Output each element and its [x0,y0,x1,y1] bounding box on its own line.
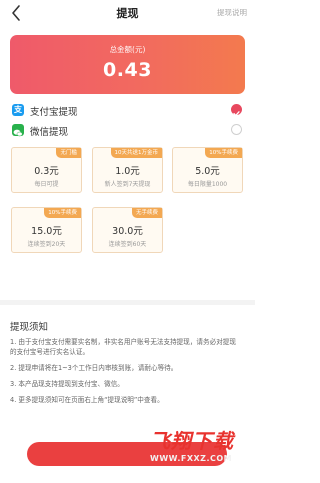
option-tag: 无手续费 [131,208,162,218]
balance-card: 总金额(元) 0.43 [10,35,245,94]
radio-wechat[interactable] [231,124,242,135]
option-desc: 连续签到60天 [108,241,147,248]
watermark-logo: 飞翔下载 WWW.FXXZ.COM [150,425,250,475]
note-item: 1. 由于支付宝支付需要实名制，非实名用户账号无法支持提现，请务必对提现的支付宝… [10,338,236,356]
watermark-url: WWW.FXXZ.COM [150,454,233,463]
header-bar: 提现 提现说明 [0,0,255,28]
alipay-icon: 支 [12,104,24,116]
note-item: 3. 本产品现支持提现到支付宝、微信。 [10,380,124,388]
note-item: 2. 提现申请将在1~3个工作日内审核到账，请耐心等待。 [10,364,178,372]
option-amount: 5.0元 [195,166,220,177]
balance-amount: 0.43 [103,59,152,81]
radio-alipay[interactable] [231,104,242,117]
option-card[interactable]: 无手续费 30.0元 连续签到60天 [92,207,163,253]
method-label-alipay: 支付宝提现 [30,107,78,118]
option-tag: 10%手续费 [205,148,242,158]
option-tag: 10天共送1万金币 [110,148,162,158]
check-icon [233,111,240,117]
option-card[interactable]: 10%手续费 5.0元 每日限量1000 [172,147,243,193]
option-tag: 10%手续费 [44,208,81,218]
option-card[interactable]: 10天共送1万金币 1.0元 新人签到7天提现 [92,147,163,193]
notes-list: 1. 由于支付宝支付需要实名制，非实名用户账号无法支持提现，请务必对提现的支付宝… [10,337,242,411]
option-card[interactable]: 无门槛 0.3元 每日可提 [11,147,82,193]
option-desc: 新人签到7天提现 [104,181,151,188]
method-wechat[interactable]: 微信提现 [0,121,255,141]
option-desc: 每日限量1000 [187,181,228,188]
notes-title: 提现须知 [10,322,49,333]
option-tag: 无门槛 [56,148,81,158]
method-alipay[interactable]: 支 支付宝提现 [0,101,255,121]
option-amount: 0.3元 [34,166,59,177]
option-amount: 1.0元 [115,166,140,177]
wechat-icon [12,124,24,137]
balance-label: 总金额(元) [109,45,146,54]
option-desc: 连续签到20天 [27,241,66,248]
option-amount: 15.0元 [31,226,62,237]
help-link[interactable]: 提现说明 [217,7,247,18]
option-card[interactable]: 10%手续费 15.0元 连续签到20天 [11,207,82,253]
note-item: 4. 更多提现须知可在页面右上角“提现说明”中查看。 [10,396,164,404]
option-amount: 30.0元 [112,226,143,237]
method-label-wechat: 微信提现 [30,127,69,138]
section-divider [0,300,255,305]
option-desc: 每日可提 [34,181,59,188]
watermark-text: 飞翔下载 [150,429,234,453]
